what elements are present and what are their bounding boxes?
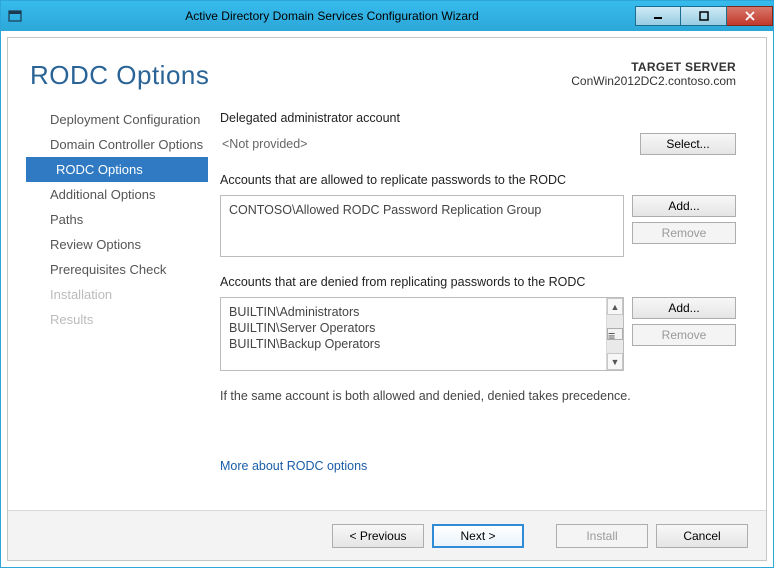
nav-paths[interactable]: Paths — [26, 207, 208, 232]
wizard-window: Active Directory Domain Services Configu… — [0, 0, 774, 568]
nav-additional-options[interactable]: Additional Options — [26, 182, 208, 207]
install-button: Install — [556, 524, 648, 548]
steps-nav: Deployment Configuration Domain Controll… — [8, 101, 208, 510]
list-item[interactable]: BUILTIN\Administrators — [229, 304, 603, 320]
list-item[interactable]: BUILTIN\Backup Operators — [229, 336, 603, 352]
nav-deployment-configuration[interactable]: Deployment Configuration — [26, 107, 208, 132]
denied-accounts-listbox[interactable]: BUILTIN\Administrators BUILTIN\Server Op… — [220, 297, 624, 371]
sys-menu-icon[interactable] — [1, 9, 29, 23]
maximize-button[interactable] — [681, 6, 727, 26]
nav-installation: Installation — [26, 282, 208, 307]
target-server-label: TARGET SERVER — [571, 60, 736, 74]
content: Deployment Configuration Domain Controll… — [8, 101, 766, 510]
footer: < Previous Next > Install Cancel — [8, 510, 766, 560]
precedence-note: If the same account is both allowed and … — [220, 389, 736, 403]
select-button[interactable]: Select... — [640, 133, 736, 155]
denied-add-button[interactable]: Add... — [632, 297, 736, 319]
scroll-up-icon[interactable]: ▲ — [607, 298, 623, 315]
main-panel: Delegated administrator account <Not pro… — [208, 101, 736, 510]
scroll-thumb[interactable]: ≡ — [607, 328, 623, 340]
wizard-body: RODC Options TARGET SERVER ConWin2012DC2… — [7, 37, 767, 561]
allowed-remove-button: Remove — [632, 222, 736, 244]
denied-accounts-label: Accounts that are denied from replicatin… — [220, 275, 736, 289]
target-server-block: TARGET SERVER ConWin2012DC2.contoso.com — [571, 60, 736, 91]
nav-rodc-options[interactable]: RODC Options — [26, 157, 208, 182]
window-title: Active Directory Domain Services Configu… — [29, 9, 635, 23]
page-title: RODC Options — [30, 60, 209, 91]
scroll-track[interactable]: ≡ — [607, 315, 623, 353]
scrollbar[interactable]: ▲ ≡ ▼ — [606, 298, 623, 370]
nav-prerequisites-check[interactable]: Prerequisites Check — [26, 257, 208, 282]
nav-domain-controller-options[interactable]: Domain Controller Options — [26, 132, 208, 157]
allowed-add-button[interactable]: Add... — [632, 195, 736, 217]
allowed-accounts-label: Accounts that are allowed to replicate p… — [220, 173, 736, 187]
cancel-button[interactable]: Cancel — [656, 524, 748, 548]
next-button[interactable]: Next > — [432, 524, 524, 548]
denied-remove-button: Remove — [632, 324, 736, 346]
header: RODC Options TARGET SERVER ConWin2012DC2… — [8, 38, 766, 101]
scroll-down-icon[interactable]: ▼ — [607, 353, 623, 370]
minimize-button[interactable] — [635, 6, 681, 26]
allowed-accounts-listbox[interactable]: CONTOSO\Allowed RODC Password Replicatio… — [220, 195, 624, 257]
titlebar: Active Directory Domain Services Configu… — [1, 1, 773, 31]
delegated-admin-label: Delegated administrator account — [220, 111, 736, 125]
close-button[interactable] — [727, 6, 773, 26]
list-item[interactable]: BUILTIN\Server Operators — [229, 320, 603, 336]
window-buttons — [635, 7, 773, 26]
nav-results: Results — [26, 307, 208, 332]
target-server-name: ConWin2012DC2.contoso.com — [571, 74, 736, 88]
list-item[interactable]: CONTOSO\Allowed RODC Password Replicatio… — [229, 202, 615, 218]
more-about-rodc-link[interactable]: More about RODC options — [220, 459, 367, 473]
delegated-admin-value: <Not provided> — [220, 137, 640, 151]
previous-button[interactable]: < Previous — [332, 524, 424, 548]
nav-review-options[interactable]: Review Options — [26, 232, 208, 257]
